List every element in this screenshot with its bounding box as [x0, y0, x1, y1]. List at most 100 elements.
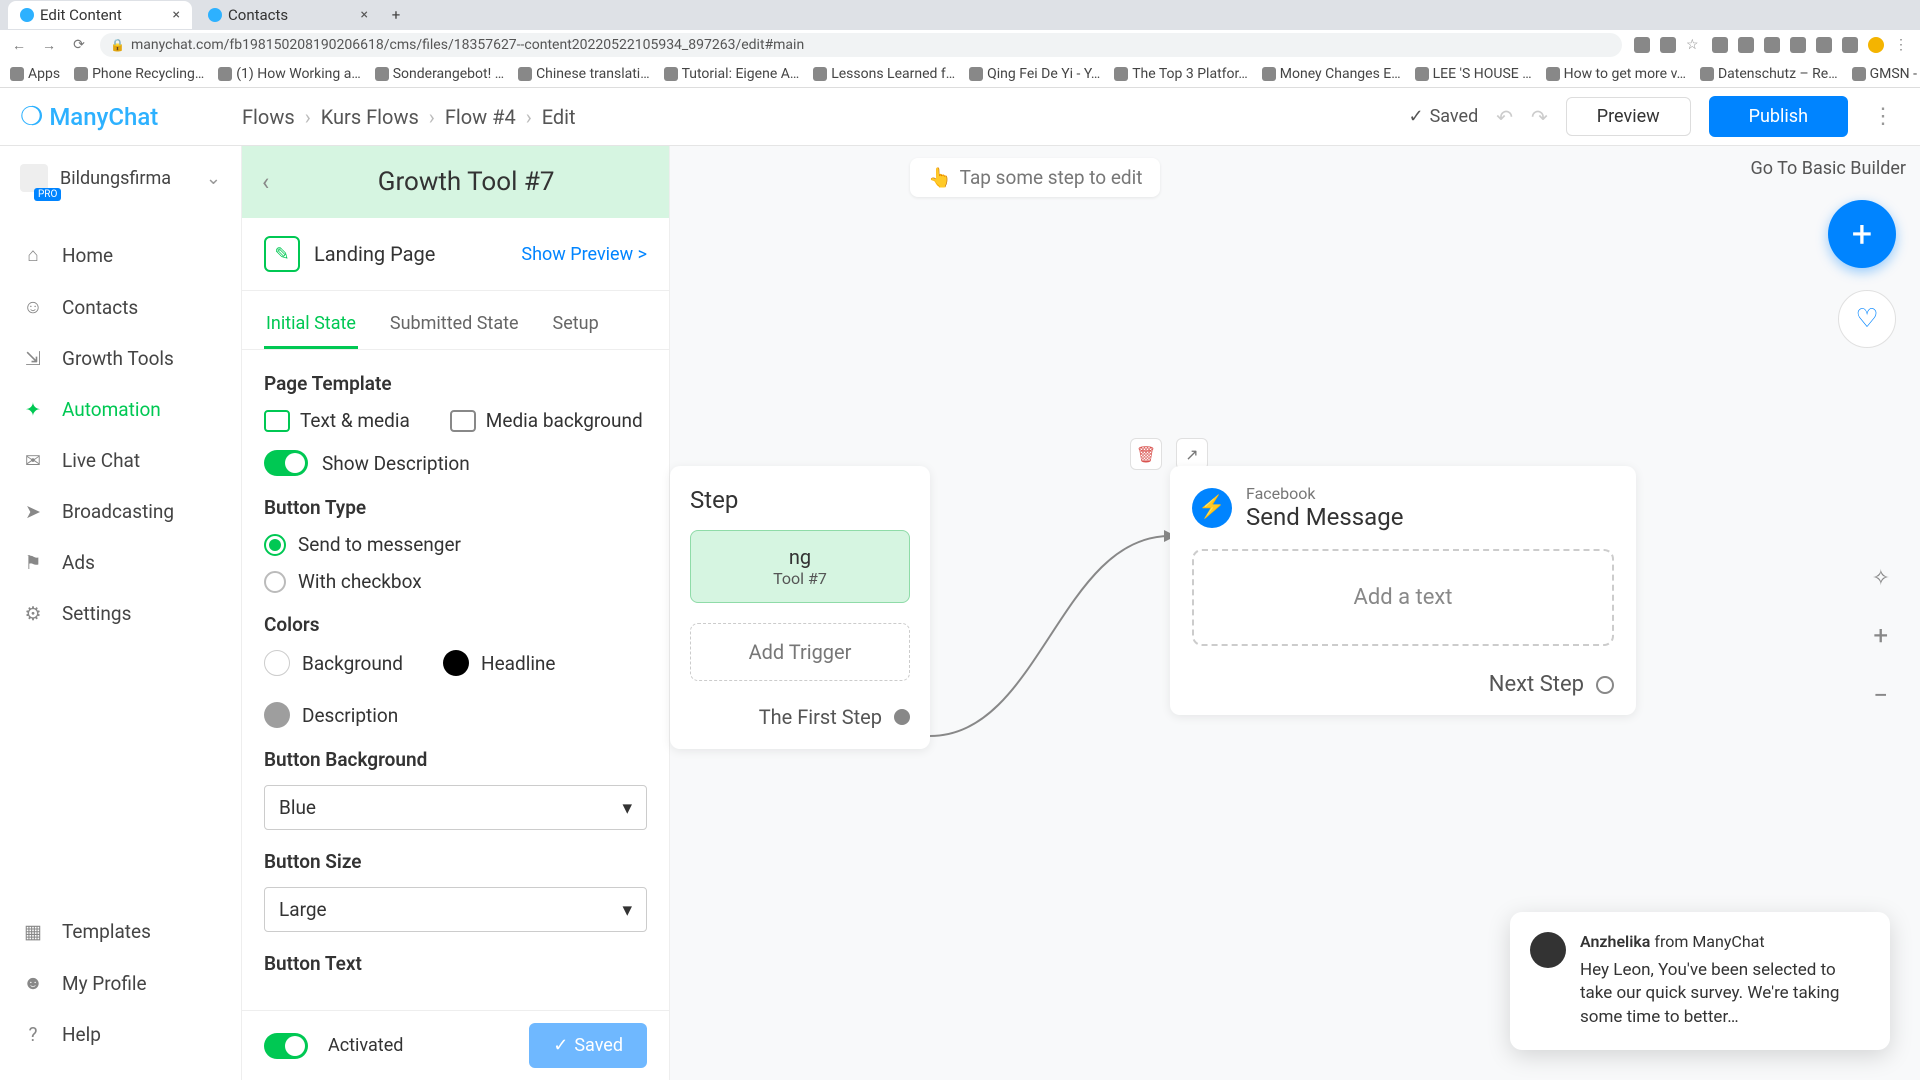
browser-tab-active[interactable]: Edit Content × — [8, 1, 192, 29]
bookmark-item[interactable]: Lessons Learned f… — [813, 66, 955, 82]
landing-page-badge[interactable]: ng Tool #7 — [690, 530, 910, 603]
nav-automation[interactable]: ✦Automation — [0, 384, 241, 435]
bookmark-item[interactable]: (1) How Working a… — [218, 66, 360, 82]
bookmark-item[interactable]: LEE 'S HOUSE … — [1415, 66, 1532, 82]
magic-wand-icon[interactable]: ✧ — [1872, 566, 1890, 591]
color-background[interactable]: Background — [264, 650, 403, 676]
bookmark-item[interactable]: Chinese translati… — [518, 66, 650, 82]
preview-button[interactable]: Preview — [1566, 97, 1691, 136]
tab-submitted-state[interactable]: Submitted State — [388, 301, 521, 349]
tab-setup[interactable]: Setup — [551, 301, 601, 349]
account-switcher[interactable]: PRO Bildungsfirma ⌄ — [0, 146, 241, 211]
nav-live-chat[interactable]: ✉Live Chat — [0, 435, 241, 486]
chrome-menu-icon[interactable]: ⋮ — [1894, 37, 1910, 53]
ext-icon[interactable] — [1764, 37, 1780, 53]
nav-ads[interactable]: ⚑Ads — [0, 537, 241, 588]
ext-icon[interactable] — [1738, 37, 1754, 53]
ext-icon[interactable] — [1660, 37, 1676, 53]
zoom-in-icon[interactable]: + — [1873, 621, 1888, 651]
go-basic-builder-link[interactable]: Go To Basic Builder — [1751, 158, 1907, 179]
logo-area[interactable]: ❍ ManyChat — [20, 102, 242, 132]
output-port-icon[interactable] — [1596, 676, 1614, 694]
add-text-placeholder[interactable]: Add a text — [1192, 549, 1614, 646]
nav-settings[interactable]: ⚙Settings — [0, 588, 241, 639]
connector-line — [920, 486, 1180, 746]
bookmark-item[interactable]: How to get more v… — [1546, 66, 1686, 82]
button-size-select[interactable]: Large ▾ — [264, 887, 647, 932]
panel-body: Page Template Text & media Media backgro… — [242, 350, 669, 1071]
breadcrumb-item[interactable]: Edit — [542, 105, 576, 129]
bookmark-item[interactable]: Phone Recycling… — [74, 66, 204, 82]
template-text-media[interactable]: Text & media — [264, 409, 410, 432]
close-tab-icon[interactable]: × — [173, 7, 180, 23]
starting-step-node[interactable]: Step ng Tool #7 Add Trigger The First St… — [670, 466, 930, 749]
tab-initial-state[interactable]: Initial State — [264, 301, 358, 349]
add-step-fab[interactable]: + — [1828, 200, 1896, 268]
profile-avatar-icon[interactable] — [1868, 37, 1884, 53]
color-headline[interactable]: Headline — [443, 650, 556, 676]
color-label: Headline — [481, 652, 556, 675]
ext-icon[interactable] — [1790, 37, 1806, 53]
back-icon[interactable]: ← — [10, 37, 28, 54]
output-port-icon[interactable] — [894, 709, 910, 725]
nav-templates[interactable]: ▦Templates — [0, 906, 241, 957]
favorite-fab[interactable]: ♡ — [1838, 290, 1896, 348]
close-tab-icon[interactable]: × — [361, 7, 368, 23]
next-step-label: Next Step — [1489, 672, 1584, 697]
button-background-select[interactable]: Blue ▾ — [264, 785, 647, 830]
nav-home[interactable]: ⌂Home — [0, 229, 241, 281]
forward-icon[interactable]: → — [40, 37, 58, 54]
color-description[interactable]: Description — [264, 702, 398, 728]
show-preview-link[interactable]: Show Preview > — [521, 244, 647, 265]
bookmark-item[interactable]: Money Changes E… — [1262, 66, 1401, 82]
bookmark-item[interactable]: Apps — [10, 66, 60, 82]
show-description-toggle[interactable]: Show Description — [264, 450, 647, 476]
back-icon[interactable]: ‹ — [262, 168, 269, 196]
breadcrumb-item[interactable]: Flows — [242, 105, 295, 129]
breadcrumb-item[interactable]: Kurs Flows — [321, 105, 419, 129]
send-message-node[interactable]: ⚡ Facebook Send Message Add a text Next … — [1170, 466, 1636, 715]
ext-icon[interactable] — [1712, 37, 1728, 53]
toggle-switch-icon[interactable] — [264, 450, 308, 476]
bookmark-item[interactable]: Tutorial: Eigene A… — [664, 66, 800, 82]
more-menu-icon[interactable]: ⋮ — [1866, 104, 1900, 129]
new-tab-button[interactable]: + — [384, 6, 408, 24]
add-trigger-button[interactable]: Add Trigger — [690, 623, 910, 681]
saved-button[interactable]: ✓ Saved — [529, 1023, 647, 1068]
messenger-icon: ⚡ — [1192, 488, 1232, 528]
ext-icon[interactable] — [1816, 37, 1832, 53]
lock-icon: 🔒 — [110, 38, 125, 52]
bookmark-item[interactable]: Sonderangebot! … — [375, 66, 504, 82]
bookmark-item[interactable]: GMSN - Vologda… — [1852, 66, 1920, 82]
support-chat-widget[interactable]: Anzhelika from ManyChat Hey Leon, You've… — [1510, 912, 1890, 1050]
nav-growth-tools[interactable]: ⇲Growth Tools — [0, 333, 241, 384]
undo-icon[interactable]: ↶ — [1496, 105, 1513, 129]
bookmark-item[interactable]: Qing Fei De Yi - Y… — [969, 66, 1100, 82]
nav-broadcasting[interactable]: ➤Broadcasting — [0, 486, 241, 537]
first-step-output[interactable]: The First Step — [690, 705, 910, 729]
browser-tab[interactable]: Contacts × — [196, 1, 380, 29]
radio-with-checkbox[interactable]: With checkbox — [264, 570, 647, 593]
bookmark-item[interactable]: Datenschutz – Re… — [1700, 66, 1838, 82]
nav-contacts[interactable]: ☺Contacts — [0, 281, 241, 333]
bookmark-star-icon[interactable]: ☆ — [1686, 37, 1702, 53]
action-label: Send Message — [1246, 503, 1403, 531]
zoom-out-icon[interactable]: − — [1873, 681, 1888, 711]
template-media-bg[interactable]: Media background — [450, 409, 643, 432]
reload-icon[interactable]: ⟳ — [70, 37, 88, 53]
ext-icon[interactable] — [1634, 37, 1650, 53]
redo-icon[interactable]: ↷ — [1531, 105, 1548, 129]
next-step-output[interactable]: Next Step — [1192, 672, 1614, 697]
activated-toggle[interactable] — [264, 1033, 308, 1059]
breadcrumb-item[interactable]: Flow #4 — [445, 105, 516, 129]
bookmark-item[interactable]: The Top 3 Platfor… — [1114, 66, 1248, 82]
nav-my-profile[interactable]: ☻My Profile — [0, 957, 241, 1009]
nav-help[interactable]: ?Help — [0, 1009, 241, 1060]
delete-node-icon[interactable]: 🗑 — [1130, 438, 1162, 470]
url-bar[interactable]: 🔒 manychat.com/fb198150208190206618/cms/… — [100, 33, 1622, 57]
publish-button[interactable]: Publish — [1709, 96, 1848, 137]
ext-icon[interactable] — [1842, 37, 1858, 53]
broadcast-icon: ➤ — [22, 500, 44, 523]
radio-send-messenger[interactable]: Send to messenger — [264, 533, 647, 556]
flow-canvas[interactable]: 👆 Tap some step to edit Go To Basic Buil… — [670, 146, 1920, 1080]
